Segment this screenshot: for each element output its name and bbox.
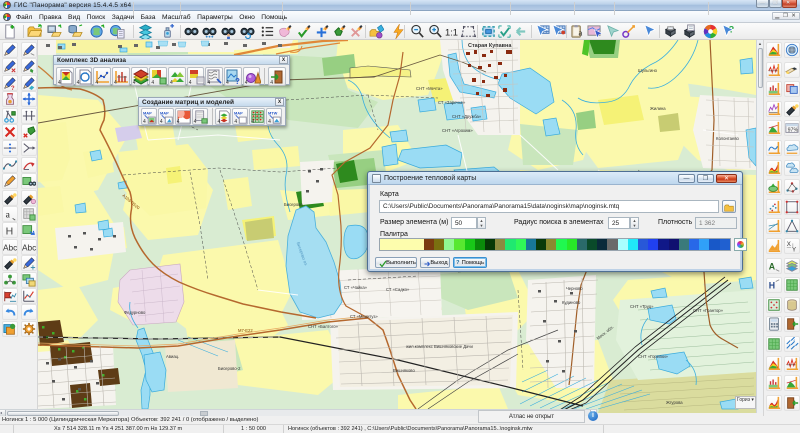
svg-text:СНТ «Горелки»: СНТ «Горелки»	[638, 354, 669, 359]
svg-text:X: X	[787, 241, 791, 248]
svg-text:Федурново: Федурново	[124, 310, 146, 315]
svg-text:Abc: Abc	[22, 242, 36, 252]
svg-text:СНТ «Дружба»: СНТ «Дружба»	[452, 114, 482, 119]
svg-text:СТ «Минитуз»: СТ «Минитуз»	[350, 314, 378, 319]
svg-text:Кудиново: Кудиново	[562, 300, 581, 305]
svg-text:Вишняково: Вишняково	[393, 368, 415, 373]
svg-text:MAP: MAP	[234, 110, 243, 115]
svg-text:Черново: Черново	[566, 286, 583, 291]
svg-text:Бисерово-2: Бисерово-2	[218, 366, 241, 371]
svg-text:Бисерово: Бисерово	[284, 202, 303, 207]
svg-text:СТ «Садко»: СТ «Садко»	[386, 287, 410, 292]
svg-text:СНТ «Балтого»: СНТ «Балтого»	[308, 324, 339, 329]
svg-text:?: ?	[11, 85, 15, 91]
svg-text:H: H	[769, 281, 775, 291]
svg-text:MAP: MAP	[160, 110, 169, 115]
svg-text:A: A	[769, 261, 776, 271]
svg-text:?: ?	[235, 77, 240, 85]
svg-text:Жгурова: Жгурова	[666, 400, 683, 405]
svg-text:a: a	[578, 27, 582, 37]
svg-text:СНТ «Грантор»: СНТ «Грантор»	[693, 308, 724, 313]
svg-text:Abc: Abc	[3, 242, 17, 252]
svg-text:a: a	[6, 210, 11, 221]
svg-text:Жилина: Жилина	[650, 106, 666, 111]
svg-text:жил.комплекс Вишняковские Дачи: жил.комплекс Вишняковские Дачи	[406, 344, 473, 349]
svg-text:MAP: MAP	[143, 110, 152, 115]
svg-text:СТ «Заречье»: СТ «Заречье»	[438, 100, 466, 105]
svg-text:Шульгино: Шульгино	[638, 68, 658, 73]
svg-text:СНТ «Труд»: СНТ «Труд»	[630, 304, 654, 309]
svg-text:Старая Купавна: Старая Купавна	[468, 43, 512, 49]
svg-text:Y: Y	[792, 246, 796, 253]
svg-text:СНТ «Агрохим»: СНТ «Агрохим»	[442, 128, 473, 133]
svg-text:СТ «Чайка»: СТ «Чайка»	[344, 285, 368, 290]
svg-text:H: H	[6, 226, 14, 238]
svg-text:М7-Е22: М7-Е22	[238, 328, 253, 333]
svg-text:MTW: MTW	[268, 110, 278, 115]
svg-text:СНТ «Мечта»: СНТ «Мечта»	[416, 86, 443, 91]
svg-text:Авиац.: Авиац.	[166, 354, 179, 359]
svg-text:Колонтаево: Колонтаево	[716, 136, 740, 141]
svg-text:97%: 97%	[788, 128, 799, 134]
svg-text:1:1: 1:1	[445, 27, 458, 37]
